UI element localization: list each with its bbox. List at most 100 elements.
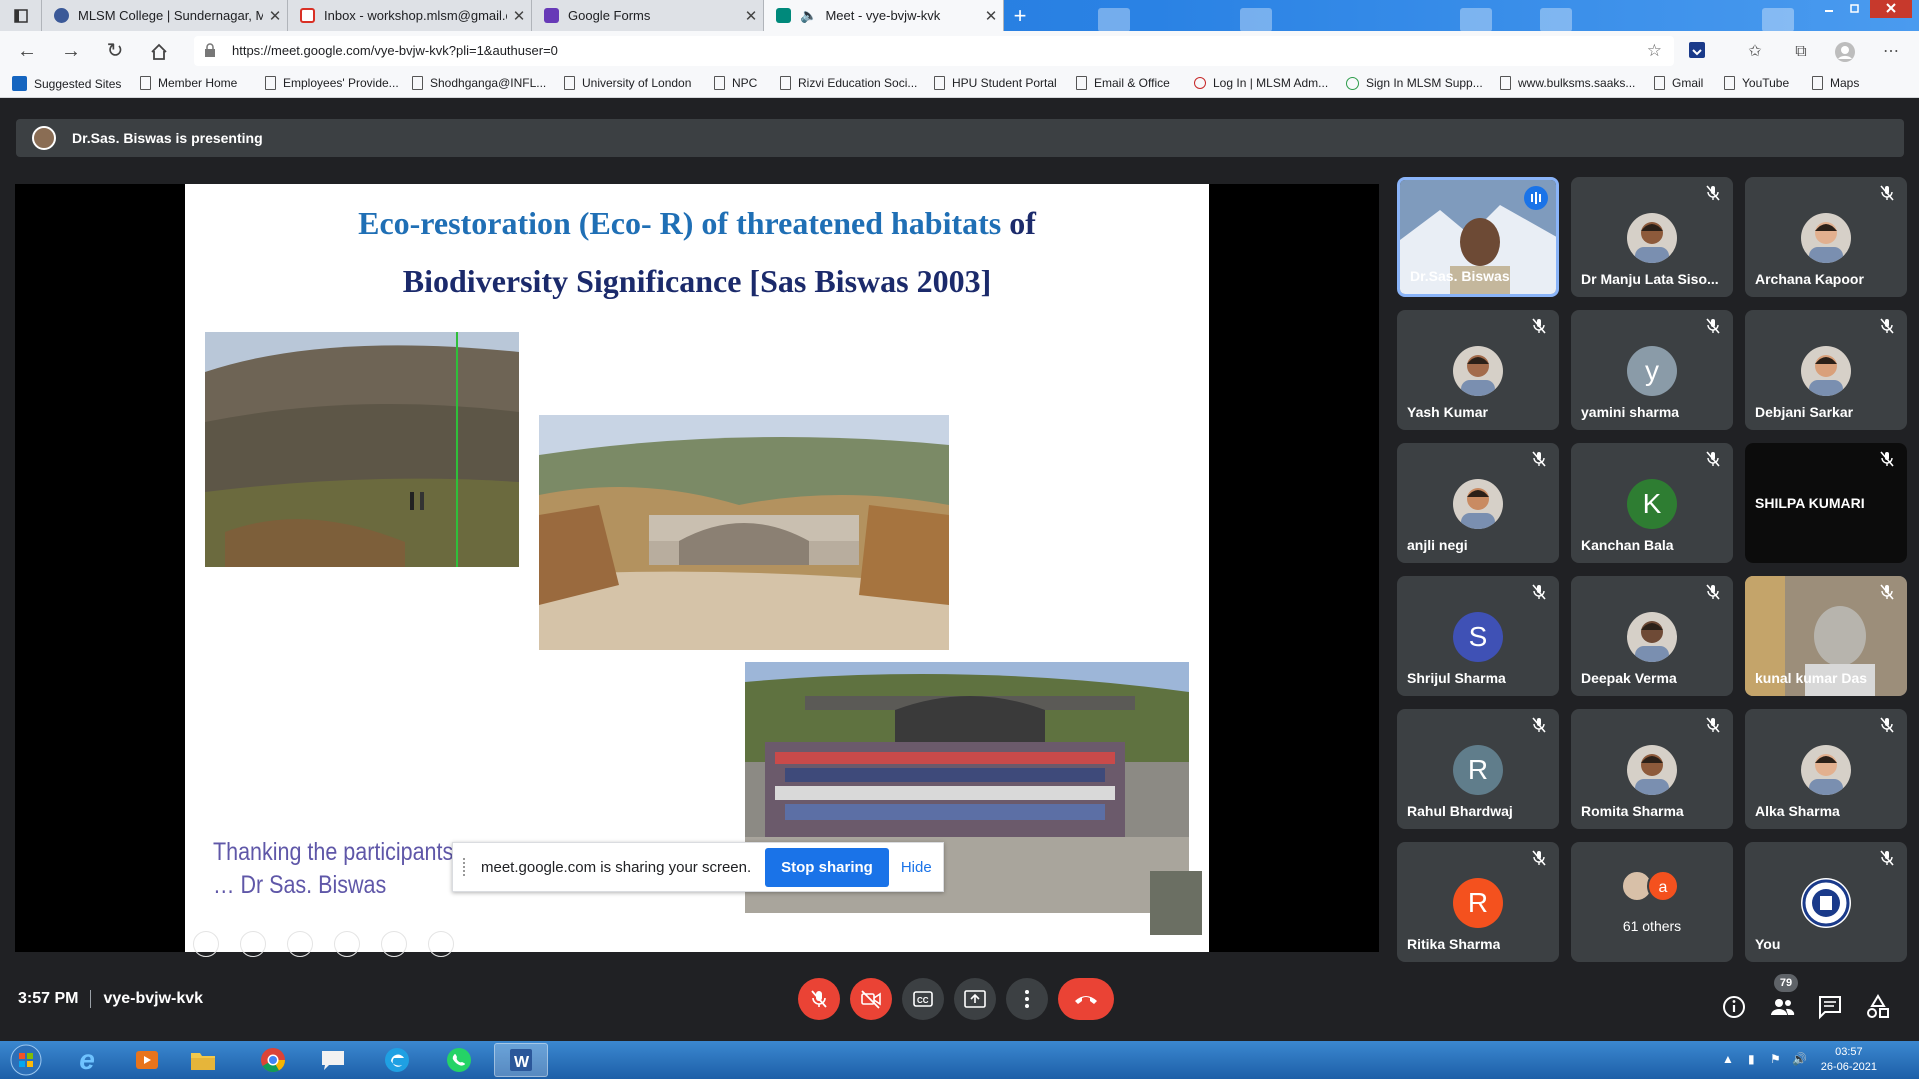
tab-gmail-inbox[interactable]: Inbox - workshop.mlsm@gmail.c ✕ — [288, 0, 532, 31]
participant-tile[interactable]: a 61 others — [1571, 842, 1733, 962]
more-options-button[interactable] — [1006, 978, 1048, 1020]
bookmark-npc[interactable]: NPC — [714, 76, 757, 90]
tab-overview-button[interactable] — [0, 0, 42, 31]
slide-prev-control[interactable] — [193, 931, 219, 957]
bookmark-suggested-sites[interactable]: Suggested Sites — [12, 76, 121, 91]
slide-next-control[interactable] — [240, 931, 266, 957]
taskbar-edge[interactable] — [370, 1043, 424, 1077]
participant-tile[interactable]: Deepak Verma — [1571, 576, 1733, 696]
meeting-time: 3:57 PM — [18, 990, 79, 1008]
action-center-flag-icon[interactable]: ⚑ — [1770, 1052, 1781, 1066]
muted-mic-icon — [1705, 584, 1721, 600]
bookmark-gmail[interactable]: Gmail — [1654, 76, 1703, 90]
hide-share-notice-button[interactable]: Hide — [901, 859, 932, 876]
camera-toggle-button[interactable] — [850, 978, 892, 1020]
participant-tile[interactable]: Dr.Sas. Biswas — [1397, 177, 1559, 297]
meet-call-area: Dr.Sas. Biswas is presenting Eco-restora… — [0, 99, 1919, 1041]
bookmark-shodhganga[interactable]: Shodhganga@INFL... — [412, 76, 546, 90]
slide-grid-control[interactable] — [334, 931, 360, 957]
activities-button[interactable] — [1864, 993, 1892, 1021]
participant-name: Romita Sharma — [1581, 803, 1684, 819]
settings-more-button[interactable]: ⋯ — [1880, 41, 1902, 63]
start-button[interactable] — [6, 1043, 46, 1077]
address-bar[interactable]: https://meet.google.com/vye-bvjw-kvk?pli… — [194, 36, 1674, 66]
collections-icon: ⧉ — [1795, 43, 1807, 60]
restore-window-button[interactable] — [1842, 0, 1868, 18]
favorites-button[interactable]: ✩ — [1744, 41, 1766, 63]
bookmark-email-office[interactable]: Email & Office — [1076, 76, 1170, 90]
close-window-button[interactable] — [1870, 0, 1912, 18]
show-hidden-icons-button[interactable]: ▲ — [1722, 1052, 1734, 1066]
present-now-button[interactable] — [954, 978, 996, 1020]
leave-call-button[interactable] — [1058, 978, 1114, 1020]
network-icon[interactable]: ▮ — [1748, 1052, 1755, 1066]
taskbar-whatsapp[interactable] — [432, 1043, 486, 1077]
collections-button[interactable]: ⧉ — [1790, 41, 1812, 63]
forward-button[interactable]: → — [58, 39, 84, 65]
minimize-window-button[interactable] — [1816, 0, 1842, 18]
slide-zoom-control[interactable] — [381, 931, 407, 957]
bookmark-maps[interactable]: Maps — [1812, 76, 1859, 90]
taskbar-media-player[interactable] — [120, 1043, 174, 1077]
meeting-details-button[interactable] — [1720, 993, 1748, 1021]
close-icon — [1886, 3, 1896, 13]
participant-tile[interactable]: Yash Kumar — [1397, 310, 1559, 430]
participant-tile[interactable]: R Ritika Sharma — [1397, 842, 1559, 962]
participant-tile[interactable]: anjli negi — [1397, 443, 1559, 563]
participant-tile[interactable]: Dr Manju Lata Siso... — [1571, 177, 1733, 297]
bookmark-university-of-london[interactable]: University of London — [564, 76, 691, 90]
participants-button[interactable] — [1768, 993, 1796, 1021]
tab-google-forms[interactable]: Google Forms ✕ — [532, 0, 764, 31]
participant-tile[interactable]: y yamini sharma — [1571, 310, 1733, 430]
slide-more-control[interactable] — [428, 931, 454, 957]
slide-pen-control[interactable] — [287, 931, 313, 957]
participant-tile[interactable]: R Rahul Bhardwaj — [1397, 709, 1559, 829]
back-button[interactable]: ← — [14, 39, 40, 65]
volume-icon[interactable]: 🔊 — [1792, 1052, 1807, 1066]
participant-tile[interactable]: Archana Kapoor — [1745, 177, 1907, 297]
bookmark-mlsm-admin[interactable]: Log In | MLSM Adm... — [1194, 76, 1328, 90]
bookmark-bulksms[interactable]: www.bulksms.saaks... — [1500, 76, 1635, 90]
add-favorite-icon[interactable]: ☆ — [1647, 41, 1662, 61]
forward-arrow-icon: → — [61, 40, 81, 62]
new-tab-button[interactable]: + — [1004, 2, 1036, 29]
participant-tile[interactable]: S Shrijul Sharma — [1397, 576, 1559, 696]
bookmark-youtube[interactable]: YouTube — [1724, 76, 1789, 90]
bookmark-mlsm-support[interactable]: Sign In MLSM Supp... — [1346, 76, 1483, 90]
taskbar-file-explorer[interactable] — [176, 1043, 230, 1077]
taskbar-chrome[interactable] — [246, 1043, 300, 1077]
microphone-toggle-button[interactable] — [798, 978, 840, 1020]
close-tab-icon[interactable]: ✕ — [979, 7, 1003, 25]
bookmark-employees-provident[interactable]: Employees' Provide... — [265, 76, 399, 90]
tab-google-meet[interactable]: 🔈 Meet - vye-bvjw-kvk ✕ — [764, 0, 1004, 31]
reload-button[interactable]: ↻ — [102, 39, 128, 65]
participant-name: 61 others — [1622, 918, 1682, 934]
taskbar-messaging[interactable] — [306, 1043, 360, 1077]
bookmark-rizvi-education[interactable]: Rizvi Education Soci... — [780, 76, 917, 90]
close-tab-icon[interactable]: ✕ — [263, 7, 287, 25]
profile-button[interactable] — [1834, 41, 1856, 63]
system-clock[interactable]: 03:57 26-06-2021 — [1821, 1045, 1877, 1075]
captions-button[interactable]: CC — [902, 978, 944, 1020]
participant-avatar — [1627, 612, 1677, 662]
tab-mlsm-college[interactable]: MLSM College | Sundernagar, M ✕ — [42, 0, 288, 31]
participant-tile[interactable]: Alka Sharma — [1745, 709, 1907, 829]
participant-tile[interactable]: Romita Sharma — [1571, 709, 1733, 829]
close-tab-icon[interactable]: ✕ — [739, 7, 763, 25]
bookmark-hpu-student-portal[interactable]: HPU Student Portal — [934, 76, 1057, 90]
stop-sharing-button[interactable]: Stop sharing — [765, 847, 889, 887]
participant-tile[interactable]: K Kanchan Bala — [1571, 443, 1733, 563]
taskbar-internet-explorer[interactable]: e — [60, 1043, 114, 1077]
taskbar-word[interactable]: W — [494, 1043, 548, 1077]
participant-tile[interactable]: You — [1745, 842, 1907, 962]
participant-tile[interactable]: kunal kumar Das — [1745, 576, 1907, 696]
home-button[interactable] — [146, 39, 172, 65]
chat-button[interactable] — [1816, 993, 1844, 1021]
extension-button[interactable] — [1686, 41, 1708, 63]
drag-grip-icon[interactable] — [463, 858, 467, 876]
close-tab-icon[interactable]: ✕ — [507, 7, 531, 25]
participant-tile[interactable]: SHILPA KUMARI — [1745, 443, 1907, 563]
participant-tile[interactable]: Debjani Sarkar — [1745, 310, 1907, 430]
bookmark-member-home[interactable]: Member Home — [140, 76, 237, 90]
muted-mic-icon — [1879, 850, 1895, 866]
